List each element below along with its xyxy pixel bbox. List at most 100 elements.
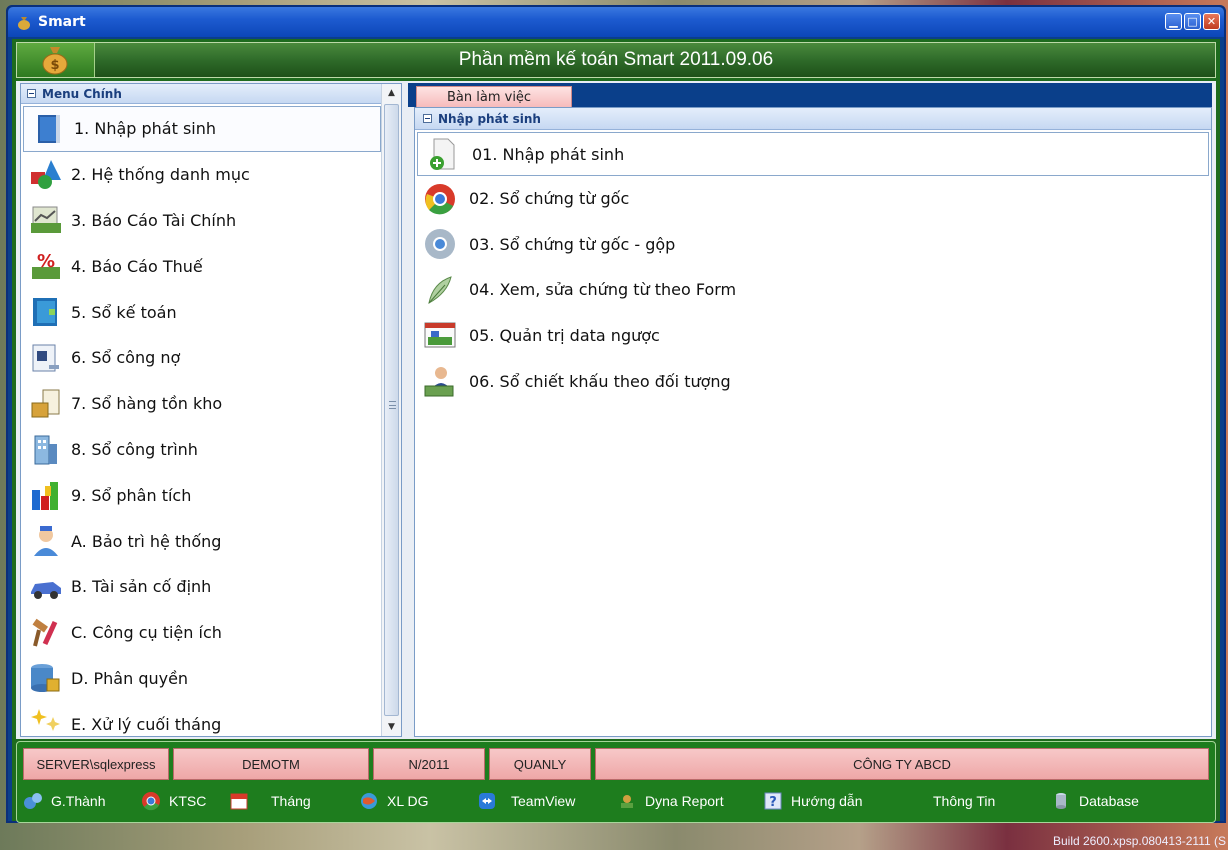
chart-money-icon [31,206,61,234]
tools-icon [32,618,58,647]
tool-xl-dg[interactable]: XL DG [359,791,477,811]
menu-item-bao-tri-he-thong[interactable]: A. Bảo trì hệ thống [21,518,383,564]
tool-teamview[interactable]: TeamView [477,791,617,811]
status-user: QUANLY [489,748,591,780]
main-menu-header[interactable]: Menu Chính [21,84,401,104]
banner-title: Phần mềm kế toán Smart 2011.09.06 [458,49,774,70]
menu-item-phan-quyen[interactable]: D. Phân quyền [21,656,383,702]
tool-ktsc[interactable]: KTSC [141,791,229,811]
tool-gia-thanh[interactable]: G.Thành [23,791,141,811]
tool-dyna-report[interactable]: Dyna Report [617,791,763,811]
menu-item-tai-san-co-dinh[interactable]: B. Tài sản cố định [21,564,383,610]
chrome-gray-icon [425,229,455,260]
calendar-icon [230,793,248,810]
app-banner: $ Phần mềm kế toán Smart 2011.09.06 [16,42,1216,78]
svg-text:%: % [37,251,55,272]
menu-item-label: 6. Sổ công nợ [71,348,181,368]
menu-item-so-hang-ton-kho[interactable]: 7. Sổ hàng tồn kho [21,381,383,427]
menu-item-label: C. Công cụ tiện ích [71,623,222,643]
menu-item-he-thong-danh-muc[interactable]: 2. Hệ thống danh mục [21,152,383,198]
menu-item-so-phan-tich[interactable]: 9. Sổ phân tích [21,472,383,518]
main-menu-title: Menu Chính [42,86,122,101]
tool-label: XL DG [387,793,429,809]
menu-scrollbar[interactable]: ▲ ▼ [381,84,401,736]
menu-item-so-ke-toan[interactable]: 5. Sổ kế toán [21,289,383,335]
main-menu-panel: Menu Chính 1. Nhập phát sinh 2. Hệ thống… [20,83,402,737]
chrome-icon [425,183,455,215]
tool-thang[interactable]: Tháng [229,791,359,811]
menu-item-label: 8. Sổ công trình [71,439,198,459]
tool-database[interactable]: Database [1051,791,1139,811]
status-company: CÔNG TY ABCD [595,748,1209,780]
tab-ban-lam-viec[interactable]: Bàn làm việc [416,86,572,108]
menu-item-bao-cao-tai-chinh[interactable]: 3. Báo Cáo Tài Chính [21,198,383,244]
feather-icon [428,276,452,304]
task-so-chiet-khau[interactable]: 06. Sổ chiết khấu theo đối tượng [415,358,1211,404]
scroll-down-arrow-icon[interactable]: ▼ [382,718,401,736]
collapse-icon[interactable] [27,89,36,98]
tool-label: Dyna Report [645,793,724,809]
menu-item-xu-ly-cuoi-thang[interactable]: E. Xử lý cuối tháng [21,701,383,736]
restore-button[interactable]: □ [1184,13,1201,30]
tool-label: Database [1079,793,1139,809]
tool-huong-dan[interactable]: ? Hướng dẫn [763,791,933,811]
money-bag-icon [18,17,30,30]
title-bar[interactable]: Smart ▁ □ ✕ [8,7,1224,37]
task-label: 05. Quản trị data ngược [469,326,660,346]
car-icon [31,581,61,599]
menu-item-label: 7. Sổ hàng tồn kho [71,394,223,414]
task-nhap-phat-sinh[interactable]: 01. Nhập phát sinh [417,132,1209,176]
menu-item-cong-cu-tien-ich[interactable]: C. Công cụ tiện ích [21,610,383,656]
task-so-chung-tu-goc[interactable]: 02. Sổ chứng từ gốc [415,176,1211,222]
logo: $ [17,43,95,77]
globe-icon [361,793,377,809]
menu-item-so-cong-trinh[interactable]: 8. Sổ công trình [21,427,383,473]
tool-label: TeamView [511,793,576,809]
status-period: N/2011 [373,748,485,780]
gears-icon [24,793,42,809]
tool-thong-tin[interactable]: Thông Tin [933,793,1051,809]
task-label: 06. Sổ chiết khấu theo đối tượng [469,371,731,391]
task-so-chung-tu-goc-gop[interactable]: 03. Sổ chứng từ gốc - gộp [415,222,1211,268]
menu-item-label: 3. Báo Cáo Tài Chính [71,210,237,230]
collapse-icon[interactable] [423,114,432,123]
minimize-button[interactable]: ▁ [1165,13,1182,30]
window-title: Smart [38,14,86,30]
menu-item-label: B. Tài sản cố định [71,577,212,597]
scroll-up-arrow-icon[interactable]: ▲ [382,84,401,102]
menu-item-bao-cao-thue[interactable]: % 4. Báo Cáo Thuế [21,243,383,289]
percent-icon: % [32,251,60,280]
chrome-small-icon [142,792,160,811]
tool-label: Thông Tin [933,793,996,809]
scroll-thumb[interactable] [384,104,399,716]
menu-item-label: 9. Sổ phân tích [71,485,192,505]
sparkle-icon [31,709,60,732]
task-label: 04. Xem, sửa chứng từ theo Form [469,280,737,300]
status-database: DEMOTM [173,748,369,780]
database-icon [1056,793,1066,809]
shapes-icon [31,159,61,189]
presentation-icon [424,322,456,348]
person-money-icon [424,367,454,397]
app-window: Smart ▁ □ ✕ $ Phần mềm kế toán Smart 201… [6,5,1226,823]
menu-item-label: D. Phân quyền [71,668,189,688]
task-quan-tri-data-nguoc[interactable]: 05. Quản trị data ngược [415,313,1211,359]
task-xem-sua-chung-tu[interactable]: 04. Xem, sửa chứng từ theo Form [415,267,1211,313]
main-menu-list: 1. Nhập phát sinh 2. Hệ thống danh mục 3… [21,106,383,736]
task-label: 03. Sổ chứng từ gốc - gộp [469,234,676,254]
workspace-title: Nhập phát sinh [438,111,541,126]
close-button[interactable]: ✕ [1203,13,1220,30]
workspace-header[interactable]: Nhập phát sinh [415,108,1211,130]
report-icon [621,795,633,808]
menu-item-nhap-phat-sinh[interactable]: 1. Nhập phát sinh [23,106,381,152]
menu-item-so-cong-no[interactable]: 6. Sổ công nợ [21,335,383,381]
database-lock-icon [31,664,60,693]
ledger-icon [33,298,57,327]
doctor-icon [34,526,58,557]
building-icon [34,435,57,465]
task-label: 01. Nhập phát sinh [472,144,625,164]
tool-label: Hướng dẫn [791,793,863,809]
workspace-panel: Nhập phát sinh 01. Nhập phát sinh 02. Sổ… [414,107,1212,737]
status-server: SERVER\sqlexpress [23,748,169,780]
tool-label: Tháng [271,793,311,809]
